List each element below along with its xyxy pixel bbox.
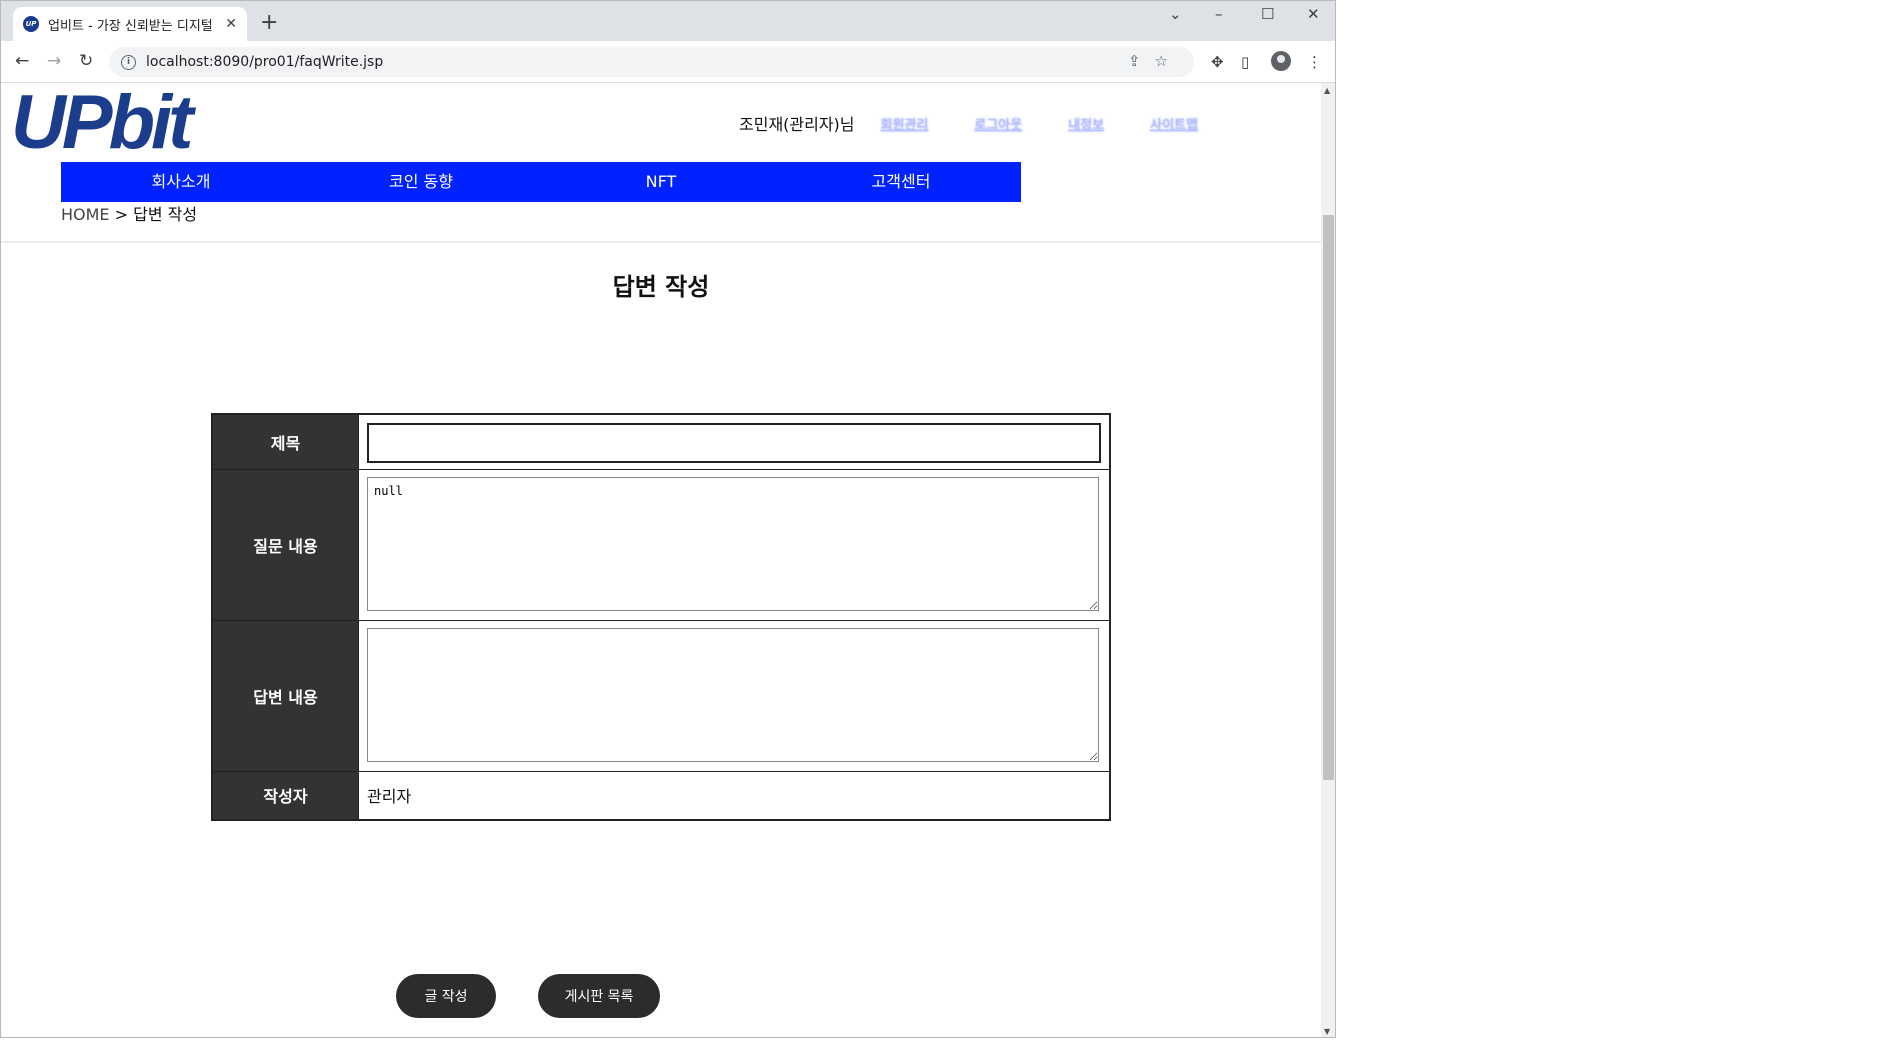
browser-toolbar: ← → ↻ i localhost:8090/pro01/faqWrite.js…	[1, 41, 1335, 83]
answer-textarea[interactable]	[367, 628, 1099, 762]
nav-item-company[interactable]: 회사소개	[61, 162, 301, 202]
breadcrumb-separator: >	[114, 205, 129, 224]
answer-row: 답변 내용	[211, 620, 1111, 772]
side-panel-icon[interactable]: ▯	[1241, 53, 1249, 71]
page-viewport: UPbit 조민재(관리자)님 회원관리 로그아웃 내정보 사이트맵 회사소개 …	[1, 83, 1321, 1037]
nav-item-customer-center[interactable]: 고객센터	[781, 162, 1021, 202]
logout-link[interactable]: 로그아웃	[974, 114, 1022, 133]
profile-avatar-icon[interactable]	[1271, 51, 1291, 71]
nav-item-coin-trends[interactable]: 코인 동향	[301, 162, 541, 202]
address-bar[interactable]: i localhost:8090/pro01/faqWrite.jsp ⇪☆	[109, 47, 1194, 77]
title-label: 제목	[211, 413, 359, 470]
question-label: 질문 내용	[211, 469, 359, 621]
back-icon[interactable]: ←	[15, 51, 29, 71]
window-close-icon[interactable]: ✕	[1307, 5, 1320, 23]
member-admin-link[interactable]: 회원관리	[881, 114, 929, 133]
browser-tab[interactable]: UP 업비트 - 가장 신뢰받는 디지털 ✕	[13, 7, 247, 41]
header-divider	[1, 241, 1321, 243]
menu-kebab-icon[interactable]: ⋮	[1307, 53, 1322, 71]
new-tab-icon[interactable]: +	[260, 10, 278, 35]
scrollbar-thumb[interactable]	[1323, 215, 1334, 780]
minimize-icon[interactable]: –	[1215, 5, 1223, 23]
title-input[interactable]	[367, 423, 1101, 463]
sitemap-link[interactable]: 사이트맵	[1150, 114, 1198, 133]
writer-row: 작성자 관리자	[211, 771, 1111, 820]
breadcrumb: HOME > 답변 작성	[61, 201, 197, 225]
scroll-up-icon[interactable]: ▲	[1324, 86, 1330, 95]
forward-icon[interactable]: →	[47, 51, 61, 71]
user-area: 조민재(관리자)님 회원관리 로그아웃 내정보 사이트맵	[739, 111, 1244, 135]
question-row: 질문 내용 null	[211, 469, 1111, 621]
main-nav: 회사소개 코인 동향 NFT 고객센터	[61, 162, 1021, 202]
share-star-icons[interactable]: ⇪☆	[1128, 52, 1182, 70]
extensions-icon[interactable]: ✥	[1211, 53, 1224, 71]
tab-close-icon[interactable]: ✕	[225, 16, 237, 32]
tab-title: 업비트 - 가장 신뢰받는 디지털	[48, 18, 213, 34]
user-name: 조민재(관리자)님	[739, 115, 855, 134]
breadcrumb-current: 답변 작성	[133, 205, 198, 224]
title-row: 제목	[211, 413, 1111, 470]
reload-icon[interactable]: ↻	[79, 51, 93, 71]
title-cell	[358, 413, 1111, 470]
browser-window: UP 업비트 - 가장 신뢰받는 디지털 ✕ + ⌄ – ☐ ✕ ← → ↻ i…	[0, 0, 1336, 1038]
upbit-favicon-icon: UP	[23, 16, 39, 32]
maximize-icon[interactable]: ☐	[1261, 5, 1274, 23]
submit-post-button[interactable]: 글 작성	[396, 974, 496, 1018]
breadcrumb-home[interactable]: HOME	[61, 205, 110, 224]
page-scrollbar[interactable]: ▲ ▼	[1321, 83, 1335, 1037]
answer-form-table: 제목 질문 내용 null 답변 내용 작성자 관리자	[211, 413, 1111, 821]
answer-cell	[358, 620, 1111, 772]
upbit-logo[interactable]: UPbit	[11, 85, 193, 161]
my-info-link[interactable]: 내정보	[1068, 114, 1104, 133]
nav-item-nft[interactable]: NFT	[541, 162, 781, 202]
writer-value: 관리자	[358, 771, 1111, 820]
tab-search-icon[interactable]: ⌄	[1169, 5, 1182, 23]
tab-strip: UP 업비트 - 가장 신뢰받는 디지털 ✕ + ⌄ – ☐ ✕	[1, 1, 1335, 41]
question-textarea[interactable]: null	[367, 477, 1099, 611]
board-list-button[interactable]: 게시판 목록	[538, 974, 660, 1018]
writer-label: 작성자	[211, 771, 359, 820]
question-cell: null	[358, 469, 1111, 621]
page-title: 답변 작성	[612, 273, 710, 301]
scroll-down-icon[interactable]: ▼	[1324, 1027, 1330, 1036]
url-text: localhost:8090/pro01/faqWrite.jsp	[146, 54, 384, 70]
answer-label: 답변 내용	[211, 620, 359, 772]
site-info-icon[interactable]: i	[121, 54, 136, 70]
